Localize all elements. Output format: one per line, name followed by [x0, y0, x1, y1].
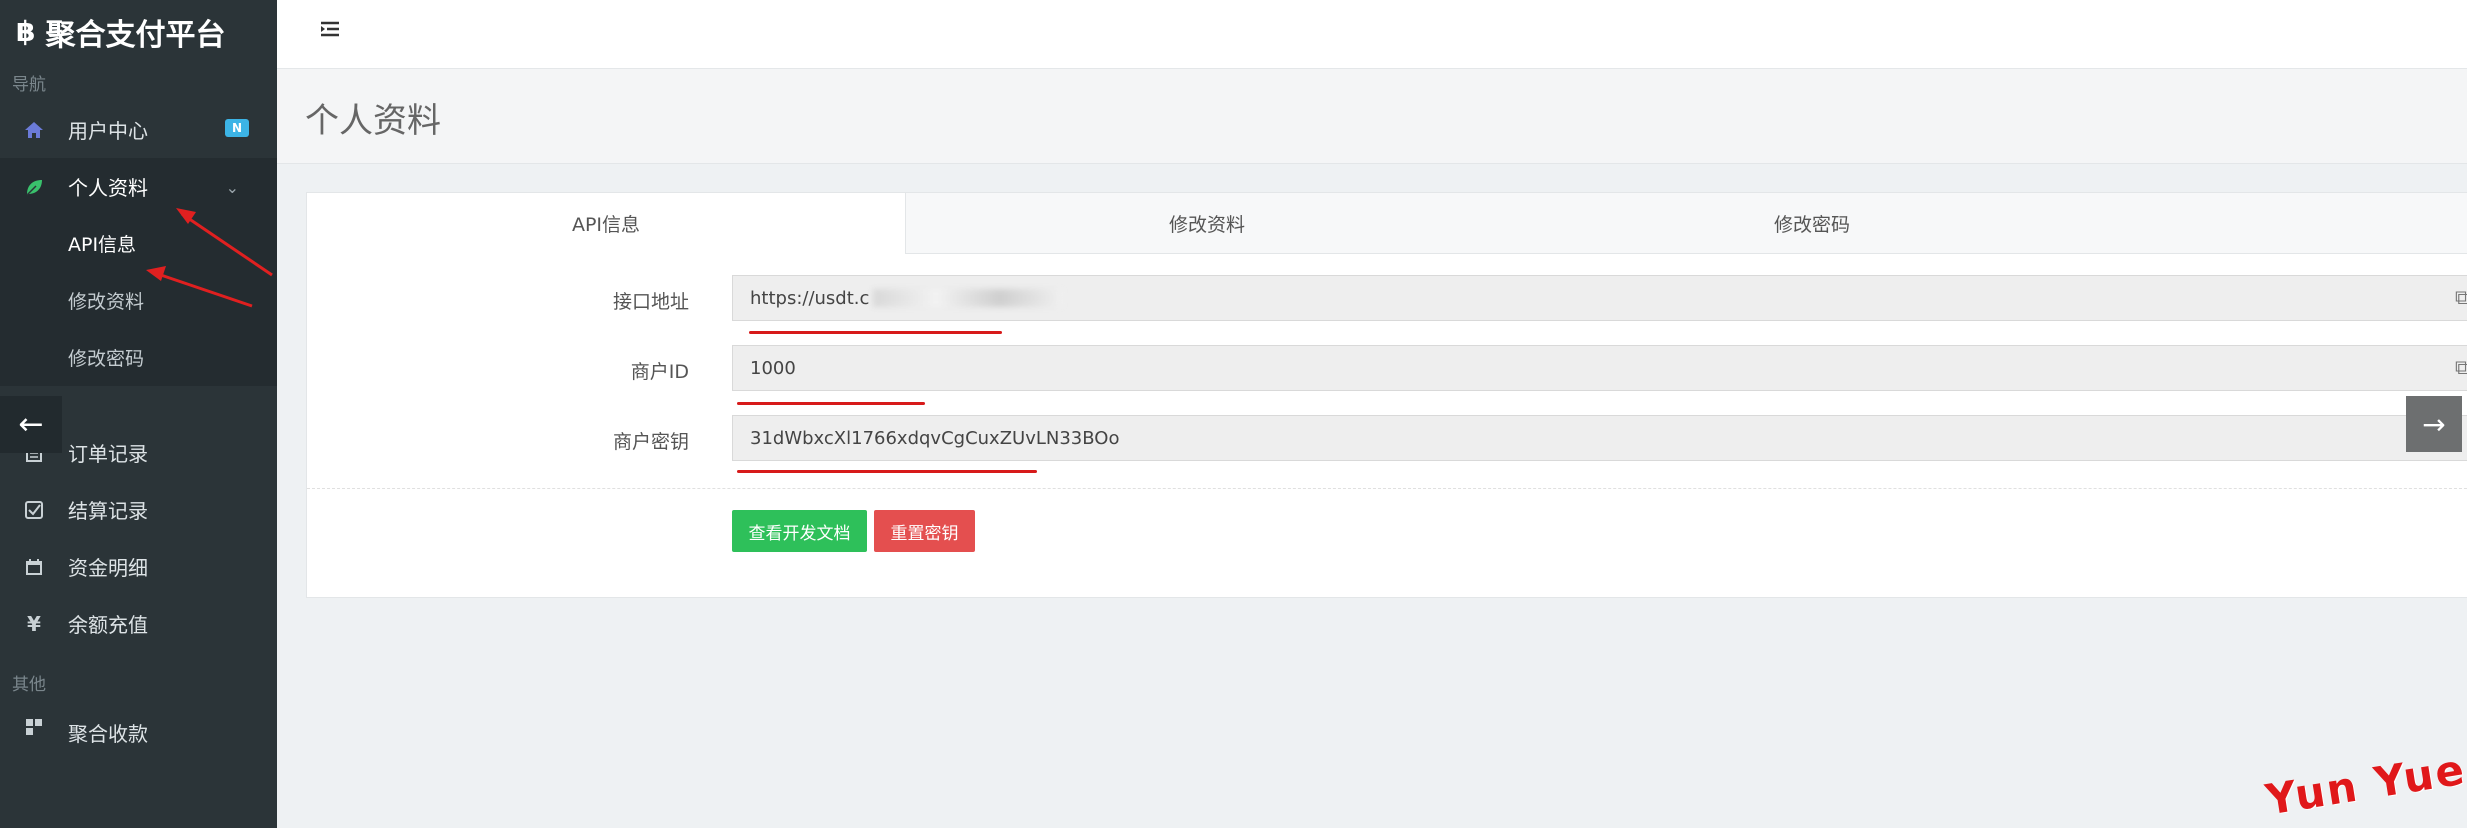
red-arrow-annotation — [146, 266, 253, 308]
annotation-arrows — [146, 208, 273, 308]
red-arrow-annotation — [176, 208, 273, 277]
